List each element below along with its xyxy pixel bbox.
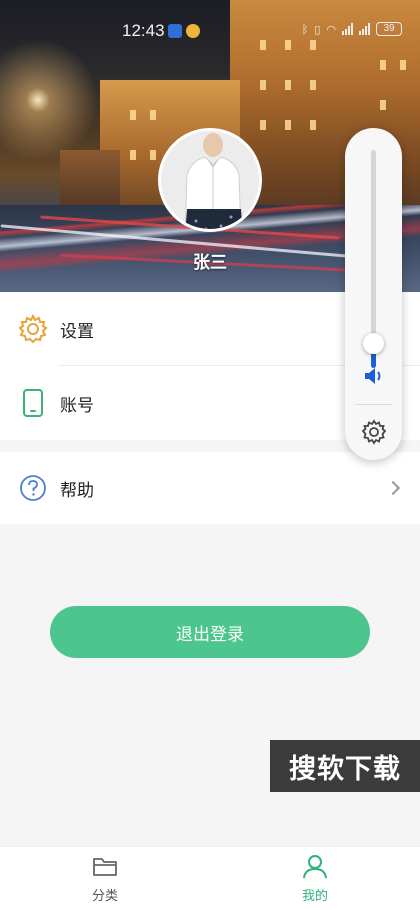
menu-item-help[interactable]: 帮助 — [0, 452, 420, 524]
divider — [355, 404, 392, 405]
phone-icon — [23, 389, 43, 417]
speaker-icon[interactable] — [363, 366, 385, 386]
location-icon — [168, 24, 182, 38]
gear-icon — [18, 314, 48, 344]
watermark: 搜软下载 — [270, 740, 420, 792]
chevron-right-icon — [385, 480, 401, 496]
tab-category[interactable]: 分类 — [0, 847, 210, 910]
wifi-icon: ◠ — [326, 22, 336, 36]
avatar[interactable] — [158, 128, 262, 232]
logout-button[interactable]: 退出登录 — [50, 606, 370, 658]
battery-indicator: 39 — [376, 22, 402, 36]
menu-item-label: 设置 — [60, 321, 94, 342]
bottom-nav: 分类 我的 — [0, 846, 420, 910]
help-circle-icon — [20, 475, 46, 501]
menu-item-label: 账号 — [60, 395, 94, 416]
volume-slider-handle[interactable] — [363, 333, 384, 354]
signal-icon-2 — [359, 23, 370, 35]
tab-label: 分类 — [91, 889, 118, 904]
bluetooth-icon: ᛒ — [301, 22, 309, 36]
volume-panel — [345, 128, 402, 460]
vibrate-icon: ▯ — [314, 22, 321, 36]
signal-icon — [342, 23, 353, 35]
folder-icon — [93, 858, 117, 876]
status-time: 12:43 — [122, 21, 165, 40]
menu-item-label: 帮助 — [60, 480, 94, 501]
menu-card-help: 帮助 — [0, 452, 420, 524]
tab-mine[interactable]: 我的 — [210, 847, 420, 910]
person-icon — [303, 855, 327, 879]
status-bar: 12:43 ᛒ ▯ ◠ 39 — [0, 18, 420, 44]
status-indicators: ᛒ ▯ ◠ 39 — [302, 22, 402, 36]
volume-settings-icon[interactable] — [361, 419, 387, 445]
tab-label: 我的 — [301, 889, 328, 904]
weibo-icon — [186, 24, 200, 38]
